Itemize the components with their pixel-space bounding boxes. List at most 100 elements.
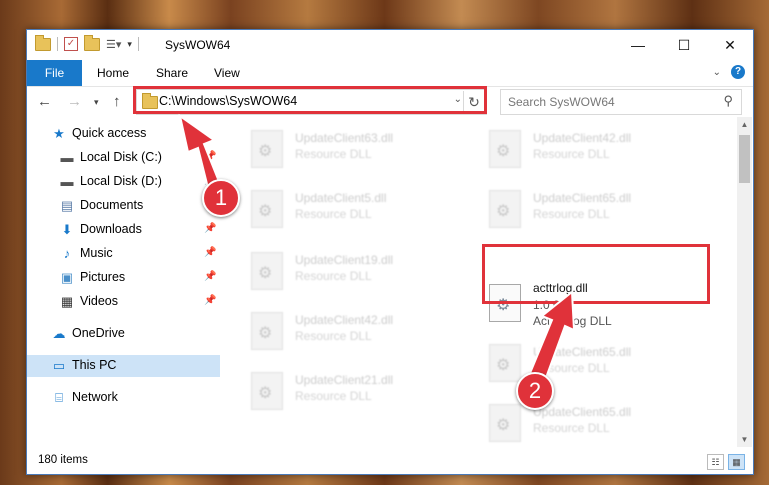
dll-file-icon bbox=[251, 252, 283, 290]
properties-icon[interactable]: ☰▾ bbox=[106, 38, 121, 51]
recent-locations-icon[interactable]: ▾ bbox=[94, 97, 99, 108]
file-item[interactable]: UpdateClient42.dll Resource DLL bbox=[459, 125, 679, 175]
file-item[interactable]: UpdateClient21.dll Resource DLL bbox=[221, 367, 441, 417]
sidebar-item-label: This PC bbox=[72, 358, 117, 372]
large-icons-view-icon[interactable]: ▦ bbox=[728, 454, 745, 470]
tab-file[interactable]: File bbox=[27, 60, 82, 86]
pictures-icon: ▣ bbox=[60, 270, 74, 285]
search-input[interactable]: Search SysWOW64 bbox=[508, 95, 615, 109]
toolbar-divider bbox=[57, 37, 58, 51]
help-icon[interactable]: ? bbox=[731, 65, 745, 79]
details-view-icon[interactable]: ☷ bbox=[707, 454, 724, 470]
sidebar-item-label: Pictures bbox=[80, 270, 126, 284]
address-highlight-box bbox=[133, 86, 487, 114]
star-icon: ★ bbox=[53, 126, 65, 141]
sidebar-item-onedrive[interactable]: ☁ OneDrive bbox=[27, 323, 220, 345]
dll-file-icon bbox=[251, 190, 283, 228]
expand-ribbon-icon[interactable]: ⌄ bbox=[713, 67, 721, 78]
file-name: UpdateClient65.dll bbox=[533, 345, 632, 359]
file-description: Resource DLL bbox=[533, 421, 610, 435]
quick-access-toolbar: ✓ ☰▾ ▾ bbox=[35, 34, 139, 51]
network-icon: ⌸ bbox=[55, 390, 63, 405]
file-name: UpdateClient65.dll bbox=[533, 405, 632, 419]
vertical-scrollbar[interactable]: ▲ ▼ bbox=[737, 117, 752, 447]
new-folder-icon[interactable] bbox=[84, 34, 100, 51]
up-arrow-icon[interactable]: ↑ bbox=[113, 93, 121, 110]
tab-home[interactable]: Home bbox=[97, 60, 129, 86]
videos-icon: ▦ bbox=[60, 294, 74, 309]
dll-file-icon bbox=[251, 312, 283, 350]
file-name: UpdateClient5.dll bbox=[295, 191, 387, 205]
file-item[interactable]: UpdateClient42.dll Resource DLL bbox=[221, 307, 441, 357]
back-arrow-icon[interactable]: ← bbox=[37, 93, 52, 110]
documents-icon: ▤ bbox=[60, 198, 74, 213]
file-name: UpdateClient42.dll bbox=[533, 131, 632, 145]
file-highlight-box bbox=[482, 244, 710, 304]
sidebar-item-videos[interactable]: ▦ Videos 📌 bbox=[27, 291, 220, 313]
dll-file-icon bbox=[251, 372, 283, 410]
file-item[interactable]: UpdateClient65.dll Resource DLL bbox=[459, 339, 679, 389]
download-icon: ⬇ bbox=[61, 222, 73, 237]
drive-icon: ▬ bbox=[60, 150, 74, 165]
scroll-down-icon[interactable]: ▼ bbox=[737, 432, 752, 447]
sidebar-item-this-pc[interactable]: ▭ This PC bbox=[27, 355, 220, 377]
sidebar-item-documents[interactable]: ▤ Documents 📌 bbox=[27, 195, 220, 217]
pin-icon[interactable]: 📌 bbox=[204, 295, 216, 306]
navigation-pane: ★ Quick access ▬ Local Disk (C:) 📌 ▬ Loc… bbox=[27, 123, 220, 445]
file-description: Resource DLL bbox=[295, 147, 372, 161]
dll-file-icon bbox=[489, 404, 521, 442]
pin-icon[interactable]: 📌 bbox=[204, 247, 216, 258]
file-item[interactable]: UpdateClient5.dll Resource DLL bbox=[221, 185, 441, 235]
sidebar-item-quick-access[interactable]: ★ Quick access bbox=[27, 123, 220, 145]
sidebar-item-local-disk-c[interactable]: ▬ Local Disk (C:) 📌 bbox=[27, 147, 220, 169]
sidebar-item-label: Local Disk (C:) bbox=[80, 150, 162, 164]
customize-toolbar-icon[interactable]: ▾ bbox=[127, 39, 132, 50]
file-name: UpdateClient65.dll bbox=[533, 191, 632, 205]
sidebar-item-music[interactable]: ♪ Music 📌 bbox=[27, 243, 220, 265]
step-marker-two: 2 bbox=[516, 372, 554, 410]
file-name: UpdateClient42.dll bbox=[295, 313, 394, 327]
file-item[interactable]: UpdateClient19.dll Resource DLL bbox=[221, 247, 441, 297]
scroll-up-icon[interactable]: ▲ bbox=[737, 117, 752, 132]
minimize-button[interactable]: — bbox=[615, 30, 661, 60]
pin-icon[interactable]: 📌 bbox=[204, 151, 216, 162]
close-button[interactable]: ✕ bbox=[707, 30, 753, 60]
sidebar-item-local-disk-d[interactable]: ▬ Local Disk (D:) 📌 bbox=[27, 171, 220, 193]
sidebar-item-label: Videos bbox=[80, 294, 118, 308]
drive-icon: ▬ bbox=[60, 174, 74, 189]
file-description: Resource DLL bbox=[533, 147, 610, 161]
folder-icon bbox=[35, 34, 51, 51]
forward-arrow-icon[interactable]: → bbox=[67, 93, 82, 110]
search-icon[interactable]: ⚲ bbox=[723, 93, 733, 109]
file-item[interactable]: UpdateClient65.dll Resource DLL bbox=[459, 185, 679, 235]
sidebar-item-label: Local Disk (D:) bbox=[80, 174, 162, 188]
cloud-icon: ☁ bbox=[52, 326, 66, 341]
pin-icon[interactable]: 📌 bbox=[204, 271, 216, 282]
search-box[interactable]: Search SysWOW64 ⚲ bbox=[500, 89, 742, 115]
sidebar-item-label: Downloads bbox=[80, 222, 142, 236]
sidebar-item-label: Documents bbox=[80, 198, 144, 212]
file-item[interactable]: UpdateClient63.dll Resource DLL bbox=[221, 125, 441, 175]
pin-icon[interactable]: 📌 bbox=[204, 223, 216, 234]
computer-icon: ▭ bbox=[52, 358, 66, 373]
scrollbar-thumb[interactable] bbox=[739, 135, 750, 183]
dll-file-icon bbox=[489, 344, 521, 382]
sidebar-item-pictures[interactable]: ▣ Pictures 📌 bbox=[27, 267, 220, 289]
file-name: UpdateClient19.dll bbox=[295, 253, 394, 267]
maximize-button[interactable]: ☐ bbox=[661, 30, 707, 60]
window-title: SysWOW64 bbox=[165, 38, 231, 52]
sidebar-item-downloads[interactable]: ⬇ Downloads 📌 bbox=[27, 219, 220, 241]
tab-view[interactable]: View bbox=[214, 60, 240, 86]
file-description: Resource DLL bbox=[295, 389, 372, 403]
sidebar-item-label: Music bbox=[80, 246, 113, 260]
properties-check-icon[interactable]: ✓ bbox=[64, 37, 78, 51]
file-item[interactable]: UpdateClient65.dll Resource DLL bbox=[459, 399, 679, 447]
file-description: Resource DLL bbox=[533, 207, 610, 221]
sidebar-item-network[interactable]: ⌸ Network bbox=[27, 387, 220, 409]
ribbon-tabs: File Home Share View ⌄ ? bbox=[27, 60, 753, 87]
tab-share[interactable]: Share bbox=[156, 60, 188, 86]
file-name: UpdateClient63.dll bbox=[295, 131, 394, 145]
dll-file-icon bbox=[489, 130, 521, 168]
file-name: UpdateClient21.dll bbox=[295, 373, 394, 387]
dll-file-icon bbox=[489, 190, 521, 228]
